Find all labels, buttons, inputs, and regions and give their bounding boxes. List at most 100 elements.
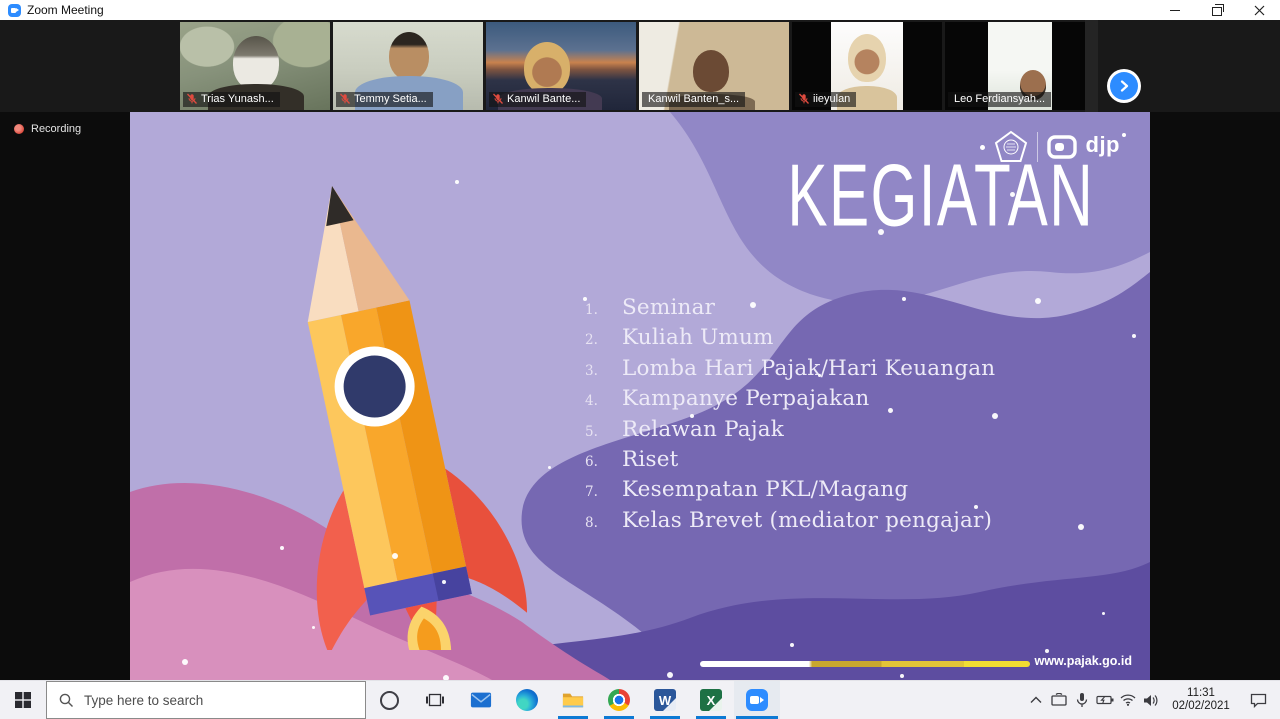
taskbar-word-button[interactable]: W: [642, 681, 688, 719]
participant-name-tag: Temmy Setia...: [336, 92, 433, 107]
partial-tile-edge: [1085, 20, 1098, 112]
participant-tile[interactable]: Kanwil Bante...: [486, 22, 636, 110]
star-dot: [790, 643, 794, 647]
participant-name-tag: iieyulan: [795, 92, 856, 107]
star-dot: [1132, 334, 1136, 338]
search-icon: [59, 693, 74, 708]
item-text: Kampanye Perpajakan: [622, 386, 869, 411]
star-dot: [548, 466, 551, 469]
participant-name: Kanwil Bante...: [507, 93, 580, 105]
star-dot: [280, 546, 284, 550]
cortana-button[interactable]: [366, 681, 412, 719]
restore-button[interactable]: [1196, 0, 1238, 20]
task-view-icon: [426, 692, 444, 708]
star-dot: [902, 297, 906, 301]
star-dot: [1045, 649, 1049, 653]
start-button[interactable]: [0, 681, 46, 719]
item-text: Seminar: [622, 295, 715, 320]
taskbar-file-explorer-button[interactable]: [550, 681, 596, 719]
list-item: 8.Kelas Brevet (mediator pengajar): [570, 508, 1140, 538]
participant-tile[interactable]: Trias Yunash...: [180, 22, 330, 110]
list-item: 3.Lomba Hari Pajak/Hari Keuangan: [570, 356, 1140, 386]
item-number: 2.: [570, 332, 622, 348]
item-text: Lomba Hari Pajak/Hari Keuangan: [622, 356, 995, 381]
participant-name: iieyulan: [813, 93, 850, 105]
slide-footer-bar: [700, 661, 1030, 667]
zoom-meeting-window: Zoom Meeting Trias Yunash... T: [0, 0, 1280, 719]
item-number: 5.: [570, 424, 622, 440]
star-dot: [312, 626, 315, 629]
participant-name-tag: Kanwil Bante...: [489, 92, 586, 107]
star-dot: [1102, 612, 1105, 615]
taskbar-mail-button[interactable]: [458, 681, 504, 719]
participant-tile[interactable]: iieyulan: [792, 22, 942, 110]
minimize-icon: [1170, 10, 1180, 11]
system-tray: 11:31 02/02/2021: [1024, 681, 1280, 719]
star-dot: [750, 302, 756, 308]
list-item: 4.Kampanye Perpajakan: [570, 386, 1140, 416]
item-text: Relawan Pajak: [622, 417, 784, 442]
close-icon: [1254, 5, 1265, 16]
list-item: 2.Kuliah Umum: [570, 325, 1140, 355]
participant-name: Leo Ferdiansyah...: [954, 93, 1045, 105]
item-number: 7.: [570, 484, 622, 500]
tray-battery-button[interactable]: [1093, 681, 1116, 719]
participant-name-tag: Trias Yunash...: [183, 92, 280, 107]
search-placeholder: Type here to search: [84, 693, 203, 708]
taskbar-clock[interactable]: 11:31 02/02/2021: [1162, 687, 1240, 714]
star-dot: [182, 659, 188, 665]
search-input[interactable]: Type here to search: [46, 681, 366, 719]
task-view-button[interactable]: [412, 681, 458, 719]
close-button[interactable]: [1238, 0, 1280, 20]
participant-tile-active-speaker[interactable]: Kanwil Banten_s...: [639, 22, 789, 110]
taskbar-excel-button[interactable]: X: [688, 681, 734, 719]
muted-mic-icon: [339, 93, 351, 105]
item-text: Kelas Brevet (mediator pengajar): [622, 508, 992, 533]
star-dot: [392, 553, 398, 559]
battery-charging-icon: [1096, 694, 1114, 706]
participant-name: Kanwil Banten_s...: [648, 93, 739, 105]
star-dot: [1078, 524, 1084, 530]
recording-label: Recording: [31, 123, 81, 135]
tray-wifi-button[interactable]: [1116, 681, 1139, 719]
excel-icon: X: [700, 689, 722, 711]
participant-tile[interactable]: Temmy Setia...: [333, 22, 483, 110]
slide-footer-url: www.pajak.go.id: [1035, 654, 1132, 668]
screen-share-icon: [1051, 693, 1067, 707]
next-participants-button[interactable]: [1110, 72, 1138, 100]
slide-title: KEGIATAN: [787, 152, 1094, 240]
item-number: 6.: [570, 454, 622, 470]
taskbar-zoom-button[interactable]: [734, 681, 780, 719]
participant-name-tag: Leo Ferdiansyah...: [948, 92, 1051, 107]
star-dot: [455, 180, 459, 184]
tray-microphone-button[interactable]: [1070, 681, 1093, 719]
action-center-icon: [1250, 693, 1267, 708]
muted-mic-icon: [798, 93, 810, 105]
chevron-up-icon: [1030, 696, 1042, 704]
tray-expand-button[interactable]: [1024, 681, 1047, 719]
star-dot: [1010, 192, 1015, 197]
action-center-button[interactable]: [1240, 681, 1276, 719]
taskbar-chrome-button[interactable]: [596, 681, 642, 719]
muted-mic-icon: [492, 93, 504, 105]
windows-taskbar: Type here to search W: [0, 680, 1280, 719]
star-dot: [690, 414, 694, 418]
zoom-icon: [746, 689, 768, 711]
tray-screenshare-button[interactable]: [1047, 681, 1070, 719]
star-dot: [974, 505, 978, 509]
star-dot: [442, 580, 446, 584]
speaker-icon: [1143, 694, 1159, 707]
file-explorer-icon: [562, 689, 584, 711]
tray-volume-button[interactable]: [1139, 681, 1162, 719]
star-dot: [900, 674, 904, 678]
item-text: Kesempatan PKL/Magang: [622, 477, 908, 502]
window-titlebar: Zoom Meeting: [0, 0, 1280, 20]
taskbar-edge-button[interactable]: [504, 681, 550, 719]
participant-tile[interactable]: Leo Ferdiansyah...: [945, 22, 1095, 110]
participant-name-tag: Kanwil Banten_s...: [642, 92, 745, 107]
minimize-button[interactable]: [1154, 0, 1196, 20]
pencil-rocket-illustration: [130, 140, 554, 650]
item-number: 3.: [570, 363, 622, 379]
clock-date: 02/02/2021: [1162, 700, 1240, 714]
window-title: Zoom Meeting: [27, 3, 104, 17]
